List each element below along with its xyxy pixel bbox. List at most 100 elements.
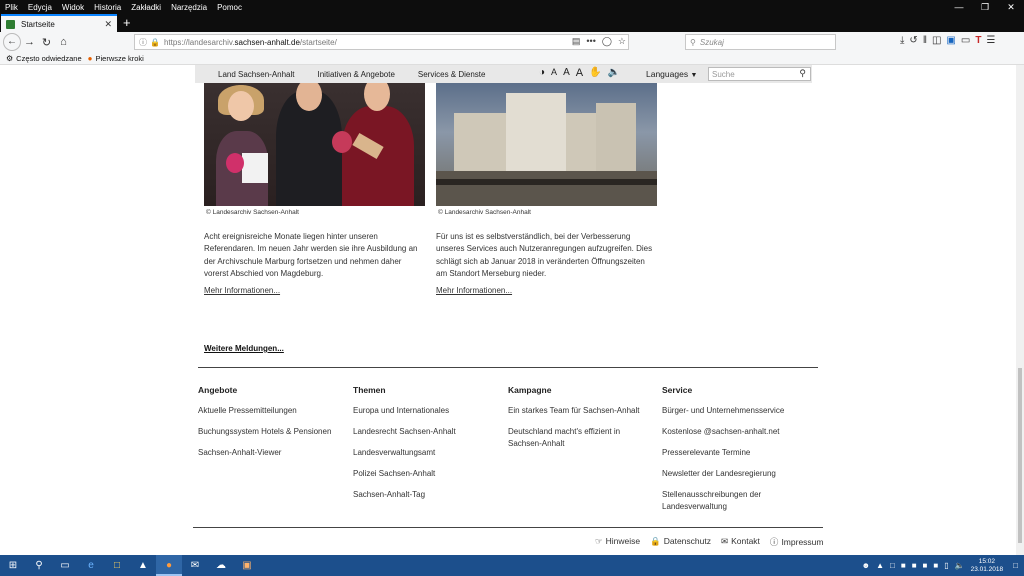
app-icon[interactable]: ☁ [208,555,234,576]
more-info-link[interactable]: Mehr Informationen... [204,286,280,295]
languages-dropdown[interactable]: Languages ▼ [646,69,697,79]
menu-pomoc[interactable]: Pomoc [212,3,247,12]
reload-icon[interactable]: ↻ [38,36,55,49]
paint-icon[interactable]: ▣ [234,555,260,576]
footer-heading: Kampagne [508,385,552,395]
file-explorer-icon[interactable]: □ [104,555,130,576]
news-image-merseburg[interactable] [436,83,657,206]
pocket-icon[interactable]: ◯ [602,36,612,47]
footer-link[interactable]: Presserelevante Termine [662,447,817,459]
footer-link[interactable]: Landesrecht Sachsen-Anhalt [353,426,503,438]
bookmark-pierwsze-kroki[interactable]: ● Pierwsze kroki [88,54,144,63]
tray-app-icon[interactable]: ■ [901,561,906,570]
kontakt-link[interactable]: ✉ Kontakt [721,536,760,548]
chevron-up-icon[interactable]: ▲ [876,561,884,570]
forward-icon[interactable]: → [21,36,38,48]
notifications-icon[interactable]: □ [1013,561,1018,570]
scrollbar-thumb[interactable] [1018,368,1022,543]
footer-link[interactable]: Newsletter der Landesregierung [662,468,817,480]
back-icon[interactable]: ← [3,33,21,51]
impressum-link[interactable]: ⓘ Impressum [770,536,824,548]
nav-initiativen-angebote[interactable]: Initiativen & Angebote [318,70,395,79]
restore-icon[interactable]: ❐ [972,0,998,14]
person-figure [242,153,268,183]
firefox-icon[interactable]: ● [156,555,182,576]
menu-widok[interactable]: Widok [57,3,89,12]
lock-icon[interactable]: 🔒 [150,38,160,47]
home-icon[interactable]: ⌂ [55,36,72,48]
network-icon[interactable]: □ [890,561,895,570]
footer-link[interactable]: Stellenausschreibungen der Landesverwalt… [662,489,780,513]
footer-link[interactable]: Kostenlose @sachsen-anhalt.net [662,426,817,438]
downloads-icon[interactable]: ⤓ [900,35,904,46]
search-placeholder: Szukaj [699,37,724,47]
search-icon[interactable]: ⚲ [26,555,52,576]
screenshot-icon[interactable]: ▭ [961,35,970,46]
news-image-referendare[interactable] [204,83,425,206]
contrast-icon[interactable]: ◑ [539,67,545,79]
site-search-input[interactable]: Suche ⚲ [708,67,811,81]
edge-icon[interactable]: e [78,555,104,576]
page-actions-icon[interactable]: ••• [586,36,595,47]
volume-icon[interactable]: 🔈 [955,561,965,570]
minimize-icon[interactable]: — [946,0,972,14]
reader-view-icon[interactable]: ▤ [572,36,581,47]
tray-app-icon[interactable]: ■ [923,561,928,570]
page-scrollbar[interactable] [1016,65,1024,555]
footer-link[interactable]: Sachsen-Anhalt-Tag [353,489,503,501]
extension-blue-icon[interactable]: ▣ [946,35,955,46]
footer-link[interactable]: Ein starkes Team für Sachsen-Anhalt [508,405,653,417]
font-normal-icon[interactable]: A [563,67,570,79]
footer-link[interactable]: Deutschland macht's effizient in Sachsen… [508,426,633,450]
browser-search-input[interactable]: ⚲ Szukaj [685,34,836,50]
close-window-icon[interactable]: ✕ [998,0,1024,14]
sign-language-icon[interactable]: ✋ [589,67,601,79]
nav-services-dienste[interactable]: Services & Dienste [418,70,486,79]
font-decrease-icon[interactable]: A [551,67,557,79]
close-tab-icon[interactable]: ✕ [104,19,112,30]
footer-link[interactable]: Landesverwaltungsamt [353,447,503,459]
extension-t-icon[interactable]: T [975,35,981,46]
footer-link[interactable]: Bürger- und Unternehmensservice [662,405,817,417]
footer-link[interactable]: Buchungssystem Hotels & Pensionen [198,426,348,438]
menu-edycja[interactable]: Edycja [23,3,57,12]
person-icon[interactable]: ☻ [862,561,870,570]
clock[interactable]: 15:02 23.01.2018 [971,558,1004,574]
footer-link[interactable]: Europa und Internationales [353,405,503,417]
menu-plik[interactable]: Plik [4,3,23,12]
bookmark-label: Często odwiedzane [16,53,82,63]
tab-startseite[interactable]: Startseite ✕ [1,14,117,32]
app-icon[interactable]: ▲ [130,555,156,576]
menu-zakladki[interactable]: Zakładki [126,3,166,12]
weitere-meldungen-link[interactable]: Weitere Meldungen... [204,344,284,353]
font-increase-icon[interactable]: A [576,67,583,79]
info-icon[interactable]: ⓘ [139,37,147,48]
read-aloud-icon[interactable]: 🔈 [608,67,620,79]
tray-app-icon[interactable]: ■ [933,561,938,570]
hinweise-link[interactable]: ☞ Hinweise [595,536,640,548]
menu-historia[interactable]: Historia [89,3,126,12]
menu-narzedzia[interactable]: Narzędzia [166,3,212,12]
history-icon[interactable]: ↺ [909,35,917,46]
footer-link[interactable]: Sachsen-Anhalt-Viewer [198,447,348,459]
system-tray: ☻ ▲ □ ■ ■ ■ ■ ▯ 🔈 15:02 23.01.2018 □ [862,555,1024,576]
bookmark-star-icon[interactable]: ☆ [618,36,626,47]
nav-land-sachsen-anhalt[interactable]: Land Sachsen-Anhalt [218,70,295,79]
library-icon[interactable]: ‖ [923,35,927,46]
mail-icon[interactable]: ✉ [182,555,208,576]
more-info-link[interactable]: Mehr Informationen... [436,286,512,295]
footer-link[interactable]: Polizei Sachsen-Anhalt [353,468,503,480]
task-view-icon[interactable]: ▭ [52,555,78,576]
new-tab-icon[interactable]: + [123,15,131,31]
address-bar[interactable]: ⓘ 🔒 https://landesarchiv.sachsen-anhalt.… [134,34,629,50]
search-icon[interactable]: ⚲ [799,68,806,79]
battery-icon[interactable]: ▯ [944,561,948,570]
sidebar-icon[interactable]: ◫ [932,35,941,46]
footer-link[interactable]: Aktuelle Pressemitteilungen [198,405,348,417]
url-text[interactable]: https://landesarchiv.sachsen-anhalt.de/s… [164,38,337,47]
tray-app-icon[interactable]: ■ [912,561,917,570]
windows-start-icon[interactable]: ⊞ [0,555,26,576]
datenschutz-link[interactable]: 🔒 Datenschutz [650,536,711,548]
bookmark-czesto-odwiedzane[interactable]: ⚙ Często odwiedzane [6,54,82,63]
hamburger-menu-icon[interactable]: ☰ [986,35,995,46]
